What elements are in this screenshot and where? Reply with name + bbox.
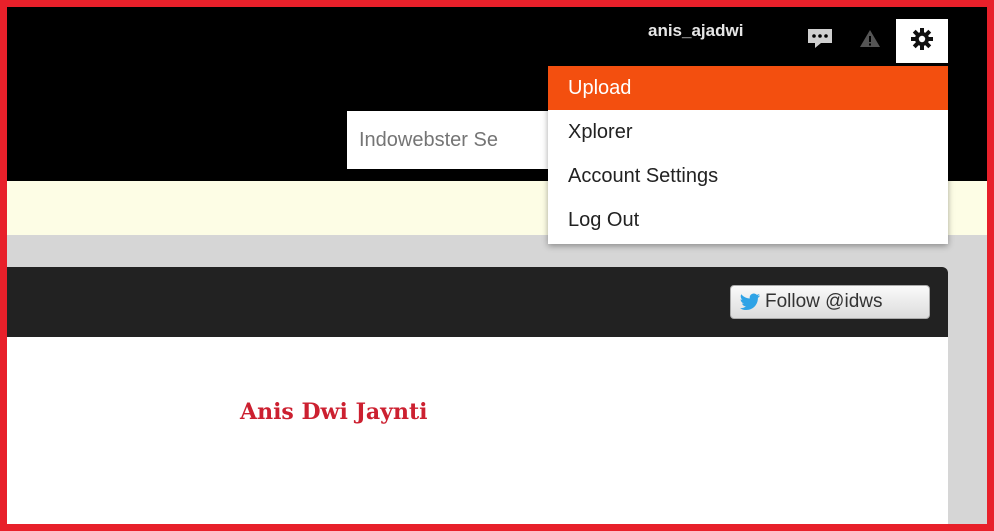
menu-item-upload[interactable]: Upload — [548, 66, 948, 110]
follow-label: Follow @idws — [765, 291, 883, 312]
gear-icon — [910, 27, 934, 56]
settings-button[interactable] — [896, 19, 948, 63]
screenshot-frame: anis_ajadwi Indowebster Se Follow @idws … — [0, 0, 994, 531]
settings-dropdown-menu: Upload Xplorer Account Settings Log Out — [548, 66, 948, 244]
search-input[interactable] — [347, 111, 577, 169]
twitter-follow-button[interactable]: Follow @idws — [730, 285, 930, 319]
username-link[interactable]: anis_ajadwi — [648, 21, 743, 41]
twitter-bird-icon — [740, 293, 760, 310]
menu-item-account-settings[interactable]: Account Settings — [548, 154, 948, 198]
menu-item-log-out[interactable]: Log Out — [548, 198, 948, 242]
chat-icon[interactable] — [807, 28, 833, 53]
content-panel — [7, 337, 948, 524]
alert-icon[interactable] — [859, 29, 881, 53]
menu-item-xplorer[interactable]: Xplorer — [548, 110, 948, 154]
profile-name: Anis Dwi Jaynti — [240, 399, 428, 425]
